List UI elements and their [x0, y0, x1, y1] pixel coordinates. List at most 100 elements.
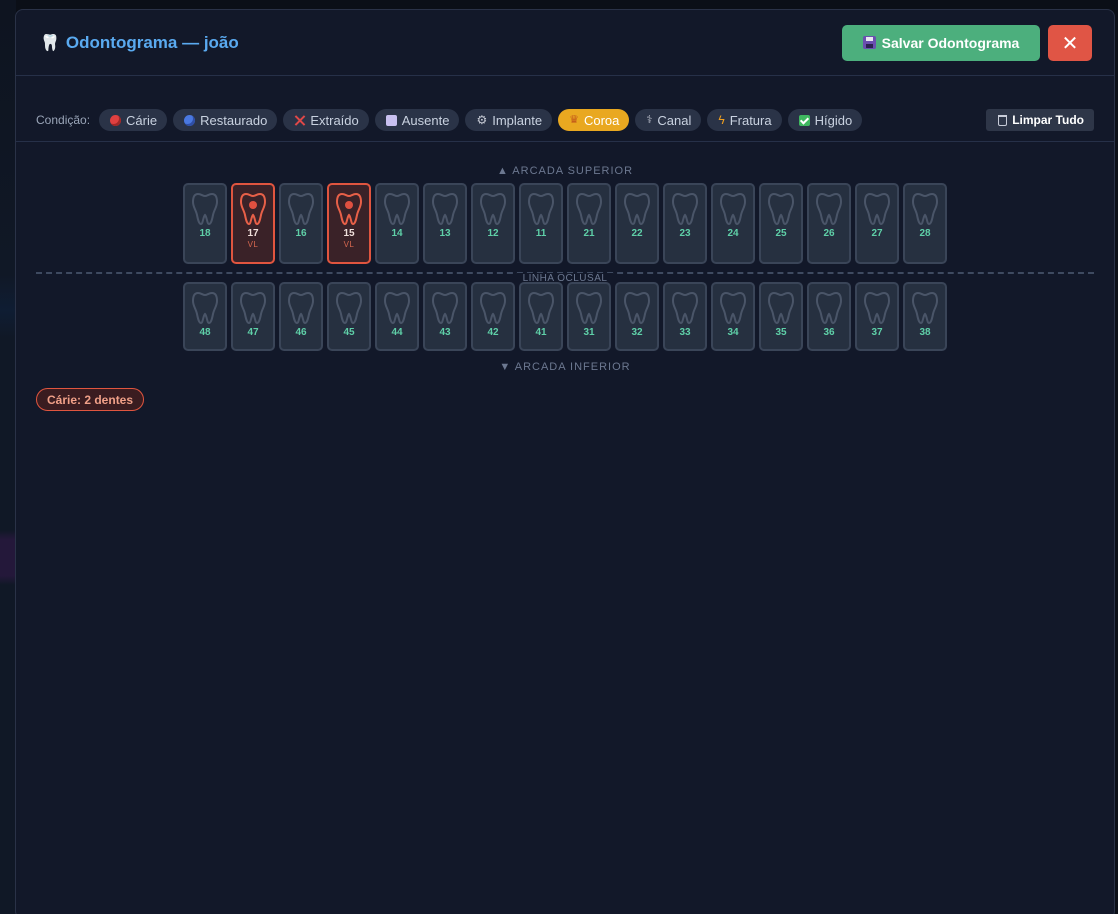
- tooth-15[interactable]: 15 VL: [327, 183, 371, 264]
- tooth-35[interactable]: 35: [759, 282, 803, 351]
- condition-canal-button[interactable]: ⚕ Canal: [635, 109, 702, 131]
- tooth-number: 31: [583, 327, 595, 338]
- tooth-number: 34: [727, 327, 739, 338]
- condition-ausente-label: Ausente: [401, 112, 450, 128]
- tooth-12[interactable]: 12: [471, 183, 515, 264]
- tooth-44[interactable]: 44: [375, 282, 419, 351]
- close-icon: ✕: [1061, 30, 1079, 55]
- modal-title: 🦷 Odontograma — joão: [40, 33, 239, 53]
- tooth-shape-icon: [575, 291, 603, 325]
- condition-list: Cárie Restaurado Extraído Ausente ⚙ Implante ♛…: [99, 109, 863, 131]
- condition-fratura-label: Fratura: [729, 112, 772, 128]
- tooth-number: 45: [343, 327, 355, 338]
- tooth-shape-icon: [335, 192, 363, 226]
- tooth-faces: VL: [343, 240, 355, 249]
- tooth-shape-icon: [335, 291, 363, 325]
- condition-label: Condição:: [36, 113, 91, 127]
- condition-restaurado-button[interactable]: Restaurado: [173, 109, 278, 131]
- tooth-24[interactable]: 24: [711, 183, 755, 264]
- condition-extraido-button[interactable]: Extraído: [283, 109, 369, 131]
- tooth-34[interactable]: 34: [711, 282, 755, 351]
- tooth-faces: VL: [247, 240, 259, 249]
- tooth-32[interactable]: 32: [615, 282, 659, 351]
- tooth-number: 44: [391, 327, 403, 338]
- tooth-number: 24: [727, 228, 739, 239]
- clear-all-button[interactable]: Limpar Tudo: [986, 109, 1094, 131]
- crown-icon: ♛: [569, 113, 579, 126]
- tooth-16[interactable]: 16: [279, 183, 323, 264]
- tooth-27[interactable]: 27: [855, 183, 899, 264]
- condition-higido-button[interactable]: Hígido: [787, 109, 863, 131]
- tooth-shape-icon: [191, 192, 219, 226]
- tooth-number: 21: [583, 228, 595, 239]
- header-actions: Salvar Odontograma ✕: [842, 24, 1092, 61]
- condition-fratura-button[interactable]: ϟ Fratura: [707, 109, 782, 131]
- save-odontogram-button[interactable]: Salvar Odontograma: [842, 24, 1040, 61]
- tooth-13[interactable]: 13: [423, 183, 467, 264]
- tooth-18[interactable]: 18: [183, 183, 227, 264]
- condition-coroa-button[interactable]: ♛ Coroa: [558, 109, 630, 131]
- cross-mark-icon: [294, 115, 305, 126]
- tooth-47[interactable]: 47: [231, 282, 275, 351]
- condition-implante-button[interactable]: ⚙ Implante: [465, 109, 553, 131]
- tooth-43[interactable]: 43: [423, 282, 467, 351]
- tooth-shape-icon: [767, 291, 795, 325]
- tooth-shape-icon: [527, 192, 555, 226]
- save-odontogram-label: Salvar Odontograma: [881, 34, 1020, 51]
- tooth-45[interactable]: 45: [327, 282, 371, 351]
- background-page: [0, 0, 16, 914]
- tooth-37[interactable]: 37: [855, 282, 899, 351]
- condition-canal-label: Canal: [657, 112, 692, 128]
- tooth-number: 42: [487, 327, 499, 338]
- tooth-48[interactable]: 48: [183, 282, 227, 351]
- carie-summary-badge: Cárie: 2 dentes: [36, 388, 145, 411]
- check-box-icon: [798, 114, 810, 126]
- tooth-shape-icon: [911, 291, 939, 325]
- tooth-number: 35: [775, 327, 787, 338]
- tooth-42[interactable]: 42: [471, 282, 515, 351]
- tooth-number: 32: [631, 327, 643, 338]
- tooth-shape-icon: [911, 192, 939, 226]
- tooth-number: 41: [535, 327, 547, 338]
- tooth-31[interactable]: 31: [567, 282, 611, 351]
- tooth-number: 46: [295, 327, 307, 338]
- tooth-23[interactable]: 23: [663, 183, 707, 264]
- tooth-shape-icon: [287, 192, 315, 226]
- close-button[interactable]: ✕: [1048, 24, 1092, 61]
- gear-icon: ⚙: [476, 113, 488, 127]
- tooth-number: 11: [535, 228, 547, 239]
- syringe-icon: ⚕: [646, 113, 653, 126]
- condition-ausente-button[interactable]: Ausente: [374, 109, 460, 131]
- tooth-28[interactable]: 28: [903, 183, 947, 264]
- tooth-11[interactable]: 11: [519, 183, 563, 264]
- tooth-shape-icon: [671, 291, 699, 325]
- tooth-number: 26: [823, 228, 835, 239]
- tooth-shape-icon: [863, 192, 891, 226]
- tooth-38[interactable]: 38: [903, 282, 947, 351]
- condition-toolbar: Condição: Cárie Restaurado Extraído Ausente…: [16, 107, 1114, 133]
- tooth-25[interactable]: 25: [759, 183, 803, 264]
- tooth-21[interactable]: 21: [567, 183, 611, 264]
- tooth-number: 25: [775, 228, 787, 239]
- tooth-shape-icon: [383, 192, 411, 226]
- tooth-number: 18: [199, 228, 211, 239]
- tooth-shape-icon: [191, 291, 219, 325]
- tooth-14[interactable]: 14: [375, 183, 419, 264]
- modal-title-text: Odontograma — joão: [65, 32, 239, 52]
- condition-carie-button[interactable]: Cárie: [99, 109, 168, 131]
- condition-extraido-label: Extraído: [310, 112, 359, 128]
- tooth-17[interactable]: 17 VL: [231, 183, 275, 264]
- tooth-number: 12: [487, 228, 499, 239]
- tooth-shape-icon: [767, 192, 795, 226]
- tooth-36[interactable]: 36: [807, 282, 851, 351]
- tooth-shape-icon: [239, 192, 267, 226]
- tooth-26[interactable]: 26: [807, 183, 851, 264]
- tooth-number: 33: [679, 327, 691, 338]
- tooth-number: 22: [631, 228, 643, 239]
- tooth-33[interactable]: 33: [663, 282, 707, 351]
- tooth-41[interactable]: 41: [519, 282, 563, 351]
- tooth-number: 14: [391, 228, 403, 239]
- tooth-22[interactable]: 22: [615, 183, 659, 264]
- tooth-46[interactable]: 46: [279, 282, 323, 351]
- blue-circle-icon: [184, 114, 196, 126]
